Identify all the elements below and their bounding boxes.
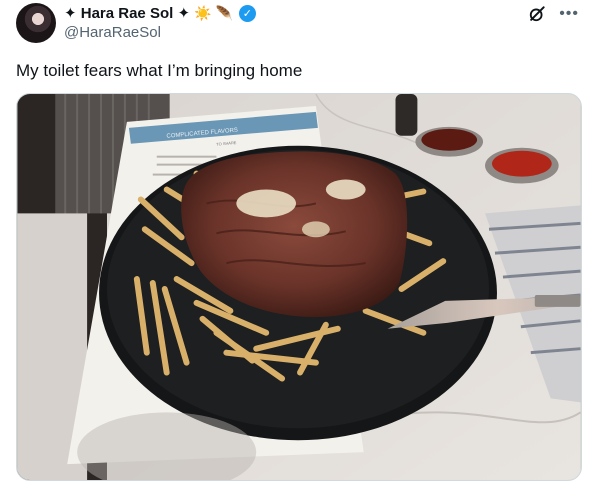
sun-emoji: ☀️ — [194, 5, 212, 21]
post-image[interactable]: COMPLICATED FLAVORS TO SHARE — [16, 93, 582, 481]
avatar[interactable] — [16, 3, 56, 43]
post-text: My toilet fears what I’m bringing home — [16, 61, 303, 80]
steak-photo: COMPLICATED FLAVORS TO SHARE — [17, 94, 581, 480]
more-icon[interactable]: ••• — [559, 6, 579, 22]
author-name[interactable]: ✦ Hara Rae Sol ✦ — [64, 4, 190, 22]
author-handle[interactable]: @HaraRaeSol — [64, 24, 161, 41]
grok-icon[interactable] — [527, 4, 547, 24]
author-name-row[interactable]: ✦ Hara Rae Sol ✦ ☀️ 🪶 ✓ — [64, 3, 256, 23]
verified-badge-icon: ✓ — [238, 4, 256, 22]
feather-emoji: 🪶 — [215, 5, 233, 21]
